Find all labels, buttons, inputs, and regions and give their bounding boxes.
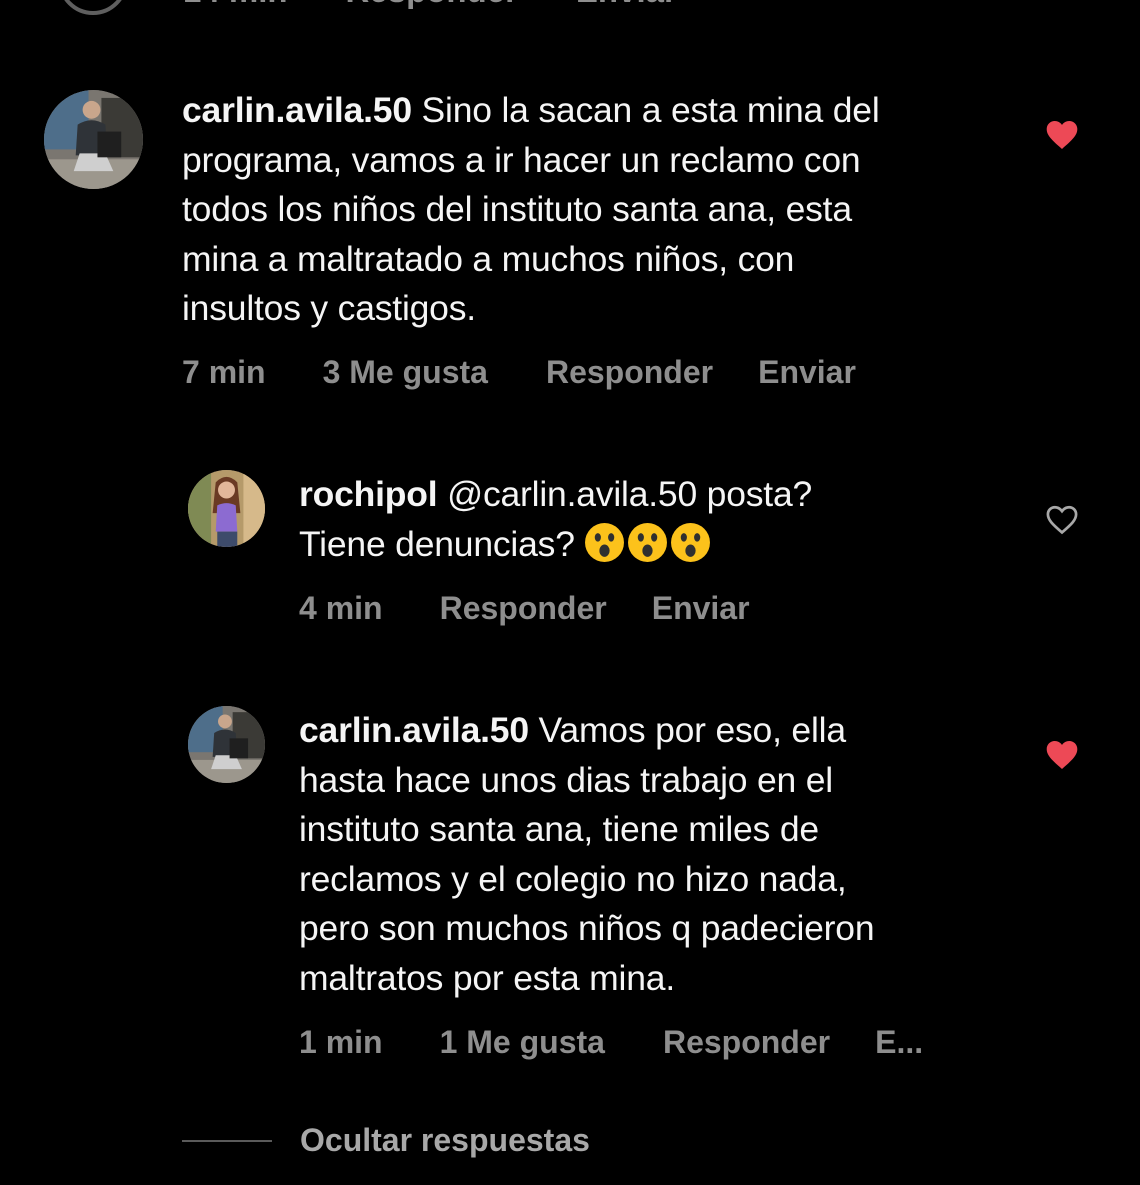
comment-line: maltratos por esta mina.	[299, 957, 675, 998]
comment-line: todos los niños del instituto santa ana,…	[182, 189, 852, 229]
astonished-face-icon	[627, 522, 668, 563]
comment-line: Tiene denuncias?	[299, 523, 585, 564]
heart-filled-icon	[1046, 741, 1078, 769]
comment-line: @carlin.avila.50 posta?	[437, 474, 813, 514]
divider	[182, 1139, 272, 1142]
astonished-face-icon	[584, 522, 625, 563]
profile-photo-woman-icon	[188, 470, 265, 547]
heart-outline-icon	[1046, 505, 1078, 535]
heart-filled-icon	[1046, 121, 1078, 149]
time-label: 1 min	[299, 1024, 383, 1060]
send-button[interactable]: Enviar	[758, 354, 856, 391]
hide-replies-label: Ocultar respuestas	[300, 1122, 590, 1158]
comment-line: Sino la sacan a esta mina del	[411, 90, 880, 130]
comment-line: pero son muchos niños q padecieron	[299, 908, 875, 948]
like-button[interactable]	[1044, 737, 1080, 773]
profile-photo-man-icon	[188, 706, 265, 783]
send-button[interactable]: Enviar	[652, 590, 750, 627]
comment-text: carlin.avila.50 Sino la sacan a esta min…	[182, 86, 880, 334]
reply-button[interactable]: Responder	[346, 0, 518, 10]
username-link[interactable]: carlin.avila.50	[182, 90, 412, 130]
profile-photo-man-icon	[44, 90, 143, 189]
comment-meta: 1 min 1 Me gusta Responder E...	[299, 1024, 923, 1061]
hide-replies-button[interactable]: Ocultar respuestas	[182, 1122, 590, 1159]
time-label: 14 min	[183, 0, 288, 10]
reply-button[interactable]: Responder	[440, 590, 607, 627]
comment-line: reclamos y el colegio no hizo nada,	[299, 858, 847, 899]
avatar[interactable]	[44, 90, 143, 189]
comment-text: carlin.avila.50 Vamos por eso, ella hast…	[299, 706, 875, 1003]
astonished-face-icon	[670, 522, 711, 563]
avatar[interactable]	[188, 470, 265, 547]
time-label: 7 min	[182, 354, 266, 390]
reply-button[interactable]: Responder	[546, 354, 713, 391]
username-link[interactable]: carlin.avila.50	[299, 710, 529, 750]
comment-meta-cut: 14 min Responder Enviar	[183, 0, 677, 10]
reply-button[interactable]: Responder	[663, 1024, 830, 1061]
comment-meta: 4 min Responder Enviar	[299, 590, 750, 627]
like-button[interactable]	[1044, 502, 1080, 538]
comment-line: Vamos por eso, ella	[528, 710, 847, 750]
comment-line: mina a maltratado a muchos niños, con	[182, 238, 795, 279]
likes-count[interactable]: 3 Me gusta	[323, 354, 488, 391]
avatar[interactable]	[58, 0, 128, 15]
likes-count[interactable]: 1 Me gusta	[440, 1024, 605, 1061]
comment-line: instituto santa ana, tiene miles de	[299, 809, 819, 849]
send-button[interactable]: E...	[875, 1024, 923, 1061]
comment-line: insultos y castigos.	[182, 288, 476, 328]
send-button[interactable]: Enviar	[576, 0, 677, 10]
username-link[interactable]: rochipol	[299, 474, 438, 514]
avatar[interactable]	[188, 706, 265, 783]
comment-line: programa, vamos a ir hacer un reclamo co…	[182, 139, 861, 180]
comment-meta: 7 min 3 Me gusta Responder Enviar	[182, 354, 856, 391]
comment-text: rochipol @carlin.avila.50 posta? Tiene d…	[299, 470, 812, 569]
like-button[interactable]	[1044, 117, 1080, 153]
time-label: 4 min	[299, 590, 383, 626]
comment-line: hasta hace unos dias trabajo en el	[299, 759, 833, 800]
